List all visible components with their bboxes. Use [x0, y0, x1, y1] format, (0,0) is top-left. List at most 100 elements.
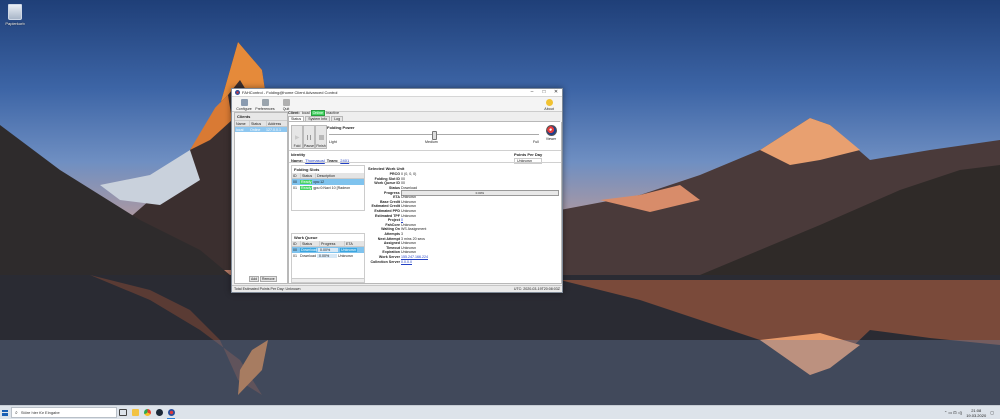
work-unit-field-value: 3 mins 20 secs	[401, 236, 425, 241]
search-icon: ⌕	[15, 409, 18, 416]
selected-work-unit: Selected Work Unit PRCG 0 (0, 0, 0) Foldin…	[366, 165, 559, 281]
tab-status[interactable]: Status	[288, 116, 305, 121]
clients-col-address[interactable]: Address	[267, 121, 285, 126]
close-button[interactable]: ✕	[550, 89, 562, 96]
window-titlebar[interactable]: FAHControl - Folding@home Client Advance…	[232, 89, 562, 97]
total-ppd-status: Total Estimated Points Per Day: Unknown	[234, 287, 301, 291]
work-unit-field-label: Project	[387, 218, 400, 223]
work-unit-field: Project 0	[366, 218, 559, 223]
work-unit-field: Progress 0.00%	[366, 189, 559, 196]
work-unit-field-value: WS Assignment	[401, 227, 427, 232]
queue-col-status[interactable]: Status	[301, 241, 320, 246]
queue-col-eta[interactable]: ETA	[345, 241, 363, 246]
inactive-label: Inactive	[326, 111, 340, 115]
work-unit-field-value: Unknown	[401, 241, 416, 246]
search-input[interactable]	[20, 410, 105, 415]
chrome-button[interactable]	[141, 406, 153, 419]
minimize-button[interactable]: –	[526, 89, 538, 96]
folding-power-slider-thumb[interactable]	[432, 131, 437, 140]
work-unit-field-label: Expiration	[382, 250, 400, 255]
quit-icon	[282, 99, 290, 106]
recycle-bin[interactable]: Papierkorb	[4, 4, 26, 26]
tab-system-info[interactable]: System Info	[305, 116, 331, 121]
start-button[interactable]	[0, 406, 10, 419]
notifications-icon[interactable]: ▢	[990, 410, 994, 415]
work-unit-field-label: Status	[389, 186, 400, 191]
tray-icons[interactable]: ⌃ ▭ ⊡ ◁)	[944, 410, 962, 415]
slot-description: gpu:0:Navi 10 [Radeon	[313, 186, 351, 190]
fold-label: Fold	[293, 144, 301, 148]
clients-col-status[interactable]: Status	[250, 121, 267, 126]
slots-col-status[interactable]: Status	[301, 173, 316, 178]
preferences-icon	[261, 99, 269, 106]
taskbar-search[interactable]: ⌕	[11, 407, 117, 418]
queue-id: 00	[293, 248, 297, 252]
fold-button[interactable]: Fold	[291, 125, 303, 149]
remove-client-button[interactable]: Remove	[260, 276, 277, 282]
preferences-button[interactable]: Preferences	[255, 99, 275, 111]
work-unit-field-label: Work Queue ID	[374, 181, 400, 186]
work-unit-field-value[interactable]: 0	[401, 218, 559, 222]
work-unit-field-value[interactable]: 155.247.166.224	[401, 255, 559, 259]
fahcontrol-taskbar-button[interactable]	[165, 406, 177, 419]
slot-status-badge: Ready	[300, 186, 313, 190]
table-row[interactable]: 01 Ready gpu:0:Navi 10 [Radeon	[292, 185, 364, 191]
work-unit-field-label: FahCore	[385, 222, 400, 227]
slots-col-description[interactable]: Description	[316, 173, 364, 178]
preferences-label: Preferences	[255, 107, 275, 111]
work-unit-field: PRCG 0 (0, 0, 0)	[366, 172, 559, 177]
work-unit-field: Waiting On WS Assignment	[366, 227, 559, 232]
client-status: Online	[250, 127, 261, 132]
work-unit-field-label: Estimated TPF	[375, 213, 400, 218]
work-unit-field-value: Unknown	[401, 195, 416, 200]
steam-button[interactable]	[153, 406, 165, 419]
maximize-button[interactable]: □	[538, 89, 550, 96]
work-unit-field-label: Attempts	[384, 232, 400, 237]
pause-button[interactable]: Pause	[303, 125, 315, 149]
table-row[interactable]: 01 Download 0.00% Unknown	[292, 253, 364, 259]
window-title: FAHControl - Folding@home Client Advance…	[242, 90, 338, 95]
work-unit-field: Estimated TPF Unknown	[366, 213, 559, 218]
play-icon	[294, 135, 300, 140]
steam-icon	[155, 409, 163, 416]
clock-date: 19.03.2020	[966, 412, 987, 418]
work-unit-field: Estimated Credit Unknown	[366, 204, 559, 209]
taskbar-clock[interactable]: 21:08 19.03.2020	[966, 408, 986, 418]
client-name: local	[236, 127, 244, 132]
recycle-bin-label: Papierkorb	[5, 21, 25, 26]
fahcontrol-window[interactable]: FAHControl - Folding@home Client Advance…	[231, 88, 563, 293]
client-row[interactable]: local Online 127.0.0.1	[235, 127, 287, 132]
slots-col-id[interactable]: ID	[292, 173, 301, 178]
viewer-label: Viewer	[545, 137, 557, 141]
viewer-button[interactable]: Viewer	[544, 125, 558, 145]
client-address: 127.0.0.1	[266, 127, 281, 132]
queue-col-id[interactable]: ID	[292, 241, 301, 246]
horizontal-scrollbar[interactable]	[292, 278, 364, 282]
power-light-label: Light	[329, 140, 337, 144]
work-unit-field: Estimated PPD Unknown	[366, 209, 559, 214]
tab-log[interactable]: Log	[331, 116, 344, 121]
work-unit-field-value: Unknown	[401, 199, 416, 204]
work-unit-field-label: ETA	[393, 195, 400, 200]
utc-time-status: UTC: 2020-03-19T20:08:03Z	[513, 287, 560, 291]
folding-power: Folding Power Light Medium Full	[327, 125, 541, 147]
finish-icon	[318, 135, 324, 140]
clients-col-name[interactable]: Name	[235, 121, 250, 126]
queue-col-progress[interactable]: Progress	[320, 241, 345, 246]
work-unit-field-value[interactable]: 0.0.0.0	[401, 260, 559, 264]
add-client-button[interactable]: Add	[249, 276, 260, 282]
ppd-value: Unknown	[514, 158, 543, 164]
ppd-label: Points Per Day	[514, 152, 543, 157]
divider	[289, 162, 561, 163]
file-explorer-button[interactable]	[129, 406, 141, 419]
configure-label: Configure	[236, 107, 252, 111]
finish-button[interactable]: Finish	[315, 125, 327, 149]
work-unit-field: FahCore Unknown	[366, 223, 559, 228]
pause-label: Pause	[304, 144, 314, 148]
work-unit-field-value: 00	[401, 181, 405, 186]
configure-button[interactable]: Configure	[234, 99, 254, 111]
slot-id: 00	[293, 180, 297, 184]
task-view-button[interactable]	[117, 406, 129, 419]
work-unit-field: Next Attempt 3 mins 20 secs	[366, 236, 559, 241]
queue-status: Download	[300, 254, 316, 258]
